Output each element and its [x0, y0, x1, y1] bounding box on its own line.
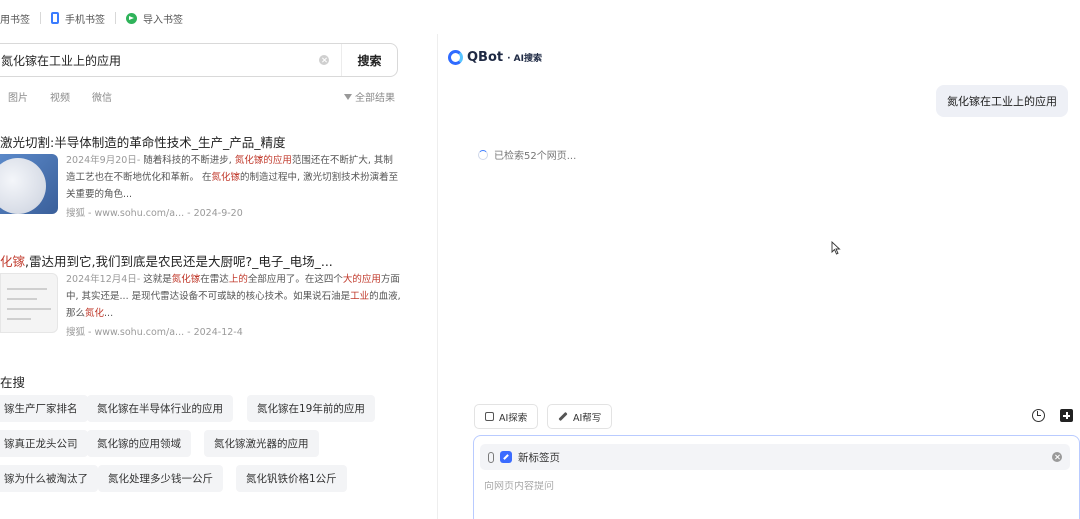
chat-composer: 新标签页: [473, 435, 1080, 519]
divider: [40, 12, 41, 24]
browser-tab-icon: [500, 451, 512, 463]
ai-write-icon: [558, 411, 568, 422]
context-tab-chip: 新标签页: [480, 444, 1070, 470]
hot-chip[interactable]: 氮化镓激光器的应用: [204, 430, 319, 457]
loading-spinner-icon: [478, 149, 488, 160]
search-button[interactable]: 搜索: [341, 44, 397, 76]
hot-chip[interactable]: 氮化镓在19年前的应用: [247, 395, 375, 422]
tab-images[interactable]: 图片: [8, 89, 28, 104]
result-title[interactable]: 化镓,雷达用到它,我们到底是农民还是大厨呢?_电子_电场_...: [0, 251, 420, 270]
filter-label: 全部结果: [355, 93, 395, 104]
clear-icon[interactable]: [319, 55, 329, 65]
mouse-cursor-icon: [831, 241, 841, 255]
qbot-header: QBot · AI搜索: [448, 50, 542, 65]
search-tabs: 图片 视频 微信: [8, 89, 112, 104]
funnel-icon: [344, 93, 352, 100]
close-icon[interactable]: [1052, 452, 1062, 462]
ai-write-button[interactable]: AI帮写: [547, 404, 613, 429]
result-title[interactable]: 激光切割:半导体制造的革命性技术_生产_产品_精度: [0, 132, 420, 151]
search-result: 激光切割:半导体制造的革命性技术_生产_产品_精度 2024年9月20日- 随着…: [0, 132, 420, 222]
status-text: 已检索52个网页...: [494, 151, 577, 162]
history-icon[interactable]: [1032, 409, 1045, 422]
ai-explore-button[interactable]: AI探索: [474, 404, 539, 429]
bookmark-label: 导入书签: [143, 14, 183, 26]
divider: [115, 12, 116, 24]
tab-videos[interactable]: 视频: [50, 89, 70, 104]
ai-side-panel: QBot · AI搜索 氮化镓在工业上的应用 已检索52个网页... AI探索 …: [437, 34, 1080, 519]
bookmark-common[interactable]: 用书签: [0, 8, 30, 28]
qbot-subtitle: · AI搜索: [507, 54, 542, 64]
filter-all-results[interactable]: 全部结果: [344, 89, 395, 104]
bookmark-label: 用书签: [0, 14, 30, 26]
bookmark-mobile[interactable]: 手机书签: [51, 8, 105, 28]
search-result: 化镓,雷达用到它,我们到底是农民还是大厨呢?_电子_电场_... 2024年12…: [0, 251, 420, 341]
search-box[interactable]: 氮化镓在工业上的应用 搜索: [0, 43, 398, 77]
import-icon: [126, 12, 137, 24]
browser-screen: 用书签 手机书签 导入书签 氮化镓在工业上的应用 搜索 图片 视频 微信 全部结…: [0, 0, 1080, 519]
hot-chip[interactable]: 氮化镓的应用领域: [87, 430, 191, 457]
user-message-bubble: 氮化镓在工业上的应用: [936, 85, 1068, 117]
result-snippet: 2024年12月4日- 这就是氮化镓在雷达上的全部应用了。在这四个大的应用方面中…: [66, 274, 401, 319]
ai-explore-icon: [485, 412, 494, 421]
search-input[interactable]: 氮化镓在工业上的应用: [0, 52, 319, 69]
hot-chip[interactable]: 镓生产厂家排名: [0, 395, 88, 422]
hot-chip[interactable]: 镓真正龙头公司: [0, 430, 88, 457]
hot-chip[interactable]: 氮化钒铁价格1公斤: [236, 465, 347, 492]
bookmark-label: 手机书签: [65, 14, 105, 26]
search-results-panel: 氮化镓在工业上的应用 搜索 图片 视频 微信 全部结果 激光切割:半导体制造的革…: [0, 36, 430, 519]
result-snippet: 2024年9月20日- 随着科技的不断进步, 氮化镓的应用范围还在不断扩大, 其…: [66, 155, 399, 200]
result-source: 搜狐 - www.sohu.com/a... - 2024-9-20: [66, 208, 243, 219]
new-chat-icon[interactable]: [1060, 409, 1073, 422]
qbot-brand: QBot: [467, 50, 504, 65]
attachment-icon[interactable]: [488, 451, 494, 463]
result-thumbnail[interactable]: [0, 154, 58, 214]
hot-search-title: 在搜: [0, 375, 26, 390]
qbot-logo-icon: [448, 50, 463, 65]
hot-chip[interactable]: 氮化处理多少钱一公斤: [98, 465, 223, 492]
result-thumbnail[interactable]: [0, 273, 58, 333]
hot-chip[interactable]: 氮化镓在半导体行业的应用: [87, 395, 233, 422]
search-status: 已检索52个网页...: [478, 147, 576, 162]
bookmarks-bar: 用书签 手机书签 导入书签: [0, 0, 1080, 36]
result-source: 搜狐 - www.sohu.com/a... - 2024-12-4: [66, 327, 243, 338]
hot-chip[interactable]: 镓为什么被淘汰了: [0, 465, 98, 492]
phone-icon: [51, 12, 59, 24]
context-tab-label: 新标签页: [518, 451, 560, 464]
tab-wechat[interactable]: 微信: [92, 89, 112, 104]
bookmark-import[interactable]: 导入书签: [126, 8, 183, 28]
ask-page-input[interactable]: [484, 481, 984, 492]
